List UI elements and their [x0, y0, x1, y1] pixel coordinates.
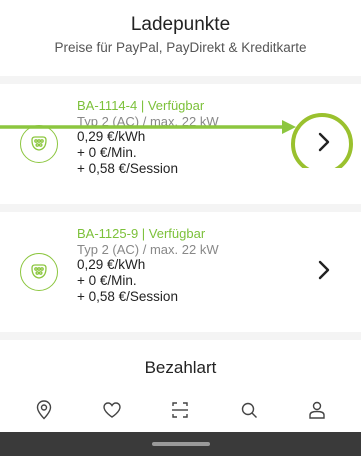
user-icon: [309, 401, 325, 419]
price-per-kwh: 0,29 €/kWh: [77, 129, 146, 144]
plug-type2-icon: [20, 125, 58, 163]
charger-status: BA-1125-9 | Verfügbar: [77, 226, 206, 241]
tab-scan[interactable]: [158, 388, 202, 432]
price-per-kwh: 0,29 €/kWh: [77, 257, 146, 272]
charger-info: BA-1125-9 | Verfügbar Typ 2 (AC) / max. …: [77, 226, 297, 305]
charger-card[interactable]: BA-1125-9 | Verfügbar Typ 2 (AC) / max. …: [0, 212, 361, 332]
scan-icon: [172, 402, 189, 418]
home-indicator[interactable]: [152, 442, 210, 446]
chevron-right-icon[interactable]: [314, 130, 334, 154]
system-navigation-bar: [0, 432, 361, 456]
page-title: Ladepunkte: [130, 14, 231, 35]
tab-favorites[interactable]: [90, 388, 134, 432]
charger-spec: Typ 2 (AC) / max. 22 kW: [77, 242, 219, 257]
price-per-session: + 0,58 €/Session: [77, 289, 178, 304]
heart-icon: [103, 402, 121, 418]
price-per-minute: + 0 €/Min.: [77, 273, 137, 288]
tab-search[interactable]: [227, 388, 271, 432]
charger-spec: Typ 2 (AC) / max. 22 kW: [77, 114, 219, 129]
bottom-tab-bar: [0, 388, 361, 432]
chevron-right-icon[interactable]: [314, 258, 334, 282]
plug-type2-icon: [20, 253, 58, 291]
search-icon: [241, 402, 257, 418]
charger-info: BA-1114-4 | Verfügbar Typ 2 (AC) / max. …: [77, 98, 297, 177]
price-per-minute: + 0 €/Min.: [77, 145, 137, 160]
price-per-session: + 0,58 €/Session: [77, 161, 178, 176]
tab-map[interactable]: [22, 388, 66, 432]
payment-section-title: Bezahlart: [144, 358, 217, 377]
page-subtitle: Preise für PayPal, PayDirekt & Kreditkar…: [54, 40, 307, 55]
charger-status: BA-1114-4 | Verfügbar: [77, 98, 205, 113]
payment-section-header: Bezahlart: [0, 340, 361, 390]
map-pin-icon: [36, 400, 52, 420]
charger-card[interactable]: BA-1114-4 | Verfügbar Typ 2 (AC) / max. …: [0, 84, 361, 204]
page-header: Ladepunkte Preise für PayPal, PayDirekt …: [0, 0, 361, 76]
tab-profile[interactable]: [295, 388, 339, 432]
